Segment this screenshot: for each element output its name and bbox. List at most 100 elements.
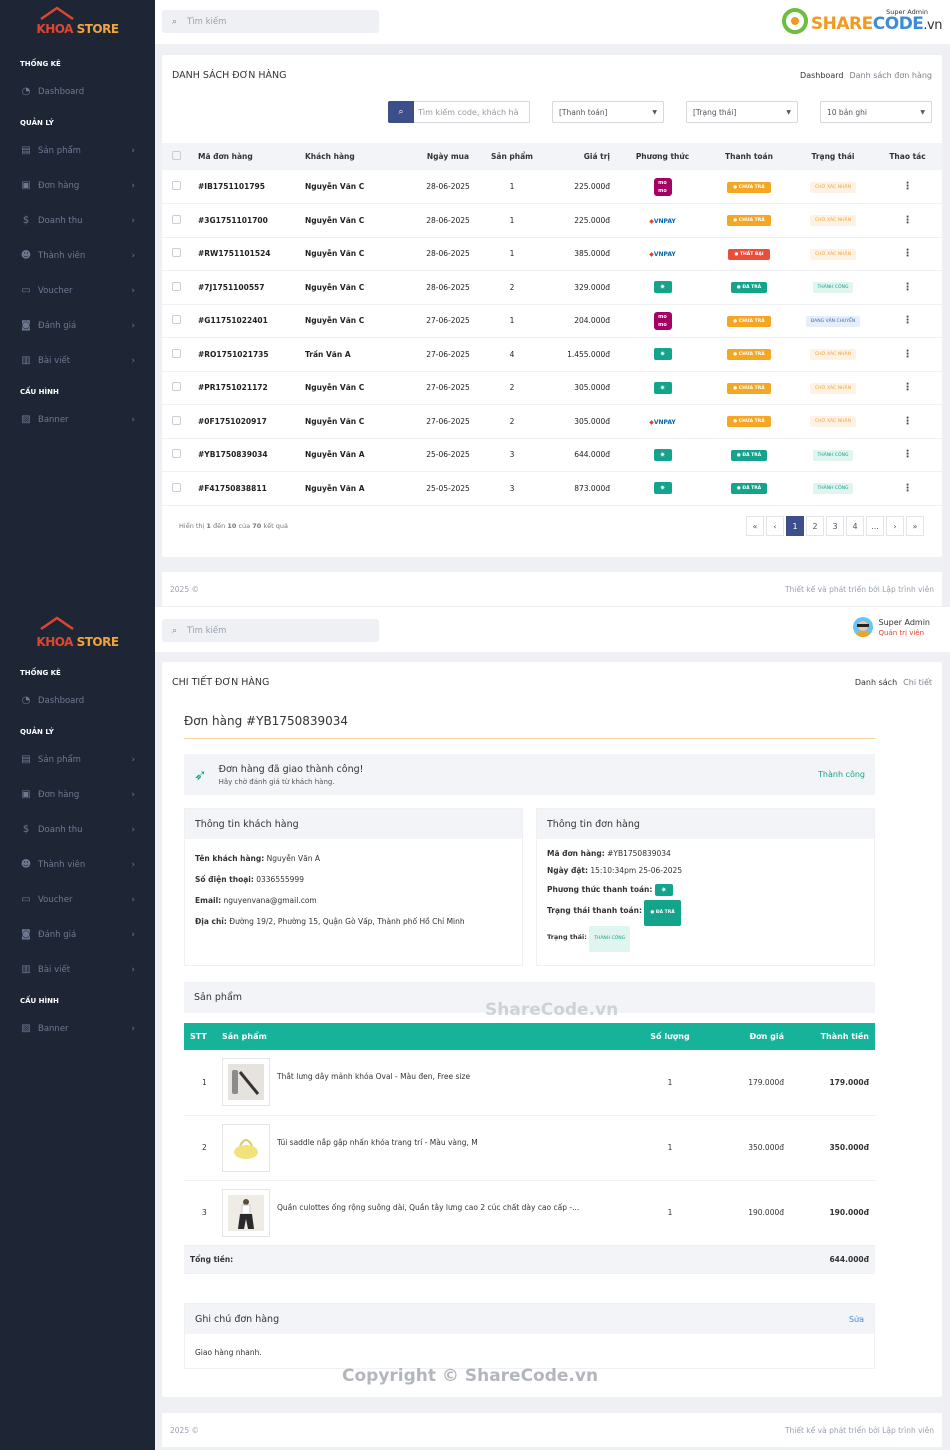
order-code-link[interactable]: #YB1750839034 (198, 438, 305, 472)
sidebar-item-dashboard[interactable]: ◔ Dashboard (0, 683, 155, 718)
table-row[interactable]: #3G1751101700 Nguyễn Văn C 28-06-2025 1 225.… (162, 203, 942, 238)
order-code-link[interactable]: #3G1751101700 (198, 203, 305, 238)
total-label: Tổng tiền: (184, 1245, 790, 1274)
order-status-cell: CHỜ XÁC NHẬN (793, 170, 873, 204)
table-row[interactable]: #YB1750839034 Nguyễn Văn A 25-06-2025 3 644.… (162, 438, 942, 472)
breadcrumb-home[interactable]: Danh sách (855, 678, 897, 687)
sidebar-item-reviews[interactable]: ◙ Đánh giá › (0, 308, 155, 343)
search-button[interactable]: ⌕ (388, 101, 414, 123)
search-input[interactable]: ⌕ Tìm kiếm (162, 10, 379, 33)
momo-icon: mo mo (653, 177, 672, 196)
more-vertical-icon[interactable]: ⋮ (903, 382, 913, 393)
page-size-select[interactable]: 10 bản ghi ▼ (820, 101, 932, 123)
page-3-button[interactable]: 3 (826, 516, 844, 536)
sidebar-item-label: Bài viết (38, 355, 71, 366)
order-code-link[interactable]: #RO1751021735 (198, 337, 305, 372)
row-checkbox[interactable] (172, 181, 181, 190)
row-checkbox[interactable] (172, 382, 181, 392)
row-checkbox[interactable] (172, 214, 181, 224)
breadcrumb-current: Chi tiết (903, 677, 932, 687)
more-vertical-icon[interactable]: ⋮ (903, 449, 913, 460)
sidebar-item-members[interactable]: ☻ Thành viên › (0, 847, 155, 882)
sidebar-item-banner[interactable]: ▨ Banner › (0, 1011, 155, 1046)
more-vertical-icon[interactable]: ⋮ (903, 248, 913, 259)
user-menu[interactable]: Super Admin Quản trị viên (852, 617, 930, 637)
row-checkbox[interactable] (172, 348, 181, 358)
logo[interactable]: KHOA STORE (0, 0, 155, 50)
row-checkbox[interactable] (172, 449, 181, 459)
sidebar-item-products[interactable]: ▤ Sản phẩm › (0, 742, 155, 777)
order-code-link[interactable]: #7J1751100557 (198, 270, 305, 305)
more-vertical-icon[interactable]: ⋮ (903, 416, 913, 427)
sidebar-item-posts[interactable]: ▥ Bài viết › (0, 343, 155, 378)
product-icon: ▤ (21, 753, 31, 765)
order-code-link[interactable]: #G11751022401 (198, 304, 305, 338)
sidebar-item-reviews[interactable]: ◙ Đánh giá › (0, 917, 155, 952)
select-all-checkbox[interactable] (172, 151, 181, 160)
pants-thumbnail[interactable] (222, 1188, 270, 1237)
dollar-icon: $ (22, 823, 30, 835)
order-code-link[interactable]: #0F1751020917 (198, 404, 305, 439)
table-row[interactable]: #F41750838811 Nguyễn Văn A 25-05-2025 3 873.… (162, 471, 942, 506)
sidebar-item-products[interactable]: ▤ Sản phẩm › (0, 133, 155, 168)
payment-status-badge: ● ĐÃ TRẢ (644, 900, 681, 926)
more-vertical-icon[interactable]: ⋮ (903, 349, 913, 360)
sidebar-item-dashboard[interactable]: ◔ Dashboard (0, 74, 155, 109)
page-2-button[interactable]: 2 (806, 516, 824, 536)
table-header-row: Mã đơn hàng Khách hàng Ngày mua Sản phẩm… (162, 143, 942, 170)
order-code-link[interactable]: #F41750838811 (198, 471, 305, 506)
row-checkbox[interactable] (172, 315, 181, 325)
brand-name-a: KHOA (36, 22, 73, 36)
more-vertical-icon[interactable]: ⋮ (903, 181, 913, 192)
bag-thumbnail[interactable] (222, 1123, 270, 1172)
sidebar-item-voucher[interactable]: ▭ Voucher › (0, 882, 155, 917)
belt-thumbnail[interactable] (222, 1058, 270, 1107)
more-vertical-icon[interactable]: ⋮ (903, 215, 913, 226)
table-row[interactable]: #RW1751101524 Nguyễn Văn C 28-06-2025 1 385.… (162, 237, 942, 271)
row-checkbox[interactable] (172, 415, 181, 425)
more-vertical-icon[interactable]: ⋮ (903, 483, 913, 494)
table-row[interactable]: #IB1751101795 Nguyễn Văn C 28-06-2025 1 225.… (162, 170, 942, 204)
logo[interactable]: KHOA STORE (0, 607, 155, 663)
sidebar-item-revenue[interactable]: $ Doanh thu › (0, 203, 155, 238)
breadcrumb-home[interactable]: Dashboard (800, 71, 843, 80)
sidebar-item-members[interactable]: ☻ Thành viên › (0, 238, 155, 273)
order-status: Trạng thái: THÀNH CÔNG (537, 926, 874, 952)
page-4-button[interactable]: 4 (846, 516, 864, 536)
order-search-input[interactable]: Tìm kiếm code, khách hà (414, 101, 530, 123)
table-row[interactable]: #PR1751021172 Nguyễn Văn C 27-06-2025 2 305.… (162, 371, 942, 405)
page-prev-button[interactable]: ‹ (766, 516, 784, 536)
row-checkbox[interactable] (172, 281, 181, 291)
payment-filter-select[interactable]: [Thanh toán] ▼ (552, 101, 664, 123)
watermark-bottom: Copyright © ShareCode.vn (342, 1366, 599, 1386)
sidebar-item-orders[interactable]: ▣ Đơn hàng › (0, 168, 155, 203)
page-next-button[interactable]: › (886, 516, 904, 536)
page-first-button[interactable]: « (746, 516, 764, 536)
page-1-button[interactable]: 1 (786, 516, 804, 536)
row-checkbox[interactable] (172, 482, 181, 492)
more-vertical-icon[interactable]: ⋮ (903, 315, 913, 326)
table-row[interactable]: #7J1751100557 Nguyễn Văn C 28-06-2025 2 329.… (162, 270, 942, 305)
sidebar-item-revenue[interactable]: $ Doanh thu › (0, 812, 155, 847)
sidebar-item-banner[interactable]: ▨ Banner › (0, 402, 155, 437)
order-date: 27-06-2025 (412, 304, 484, 338)
table-row[interactable]: #RO1751021735 Trần Văn A 27-06-2025 4 1.455.… (162, 337, 942, 372)
order-code-link[interactable]: #PR1751021172 (198, 371, 305, 405)
row-checkbox[interactable] (172, 248, 181, 258)
sidebar-item-orders[interactable]: ▣ Đơn hàng › (0, 777, 155, 812)
search-input[interactable]: ⌕ Tìm kiếm (162, 619, 379, 642)
order-status-badge: CHỜ XÁC NHẬN (810, 215, 856, 227)
status-filter-select[interactable]: [Trạng thái] ▼ (686, 101, 798, 123)
table-row[interactable]: #0F1751020917 Nguyễn Văn C 27-06-2025 2 305.… (162, 404, 942, 439)
footer-copyright: 2025 © (170, 1425, 199, 1435)
sidebar-item-posts[interactable]: ▥ Bài viết › (0, 952, 155, 987)
order-code-link[interactable]: #RW1751101524 (198, 237, 305, 271)
page-title: CHI TIẾT ĐƠN HÀNG (172, 676, 270, 688)
sidebar-item-voucher[interactable]: ▭ Voucher › (0, 273, 155, 308)
order-code-link[interactable]: #IB1751101795 (198, 170, 305, 204)
page-last-button[interactable]: » (906, 516, 924, 536)
watermark-center: ShareCode.vn (485, 1000, 619, 1020)
edit-note-link[interactable]: Sửa (849, 1315, 864, 1324)
table-row[interactable]: #G11751022401 Nguyễn Văn C 27-06-2025 1 204.… (162, 304, 942, 338)
more-vertical-icon[interactable]: ⋮ (903, 282, 913, 293)
